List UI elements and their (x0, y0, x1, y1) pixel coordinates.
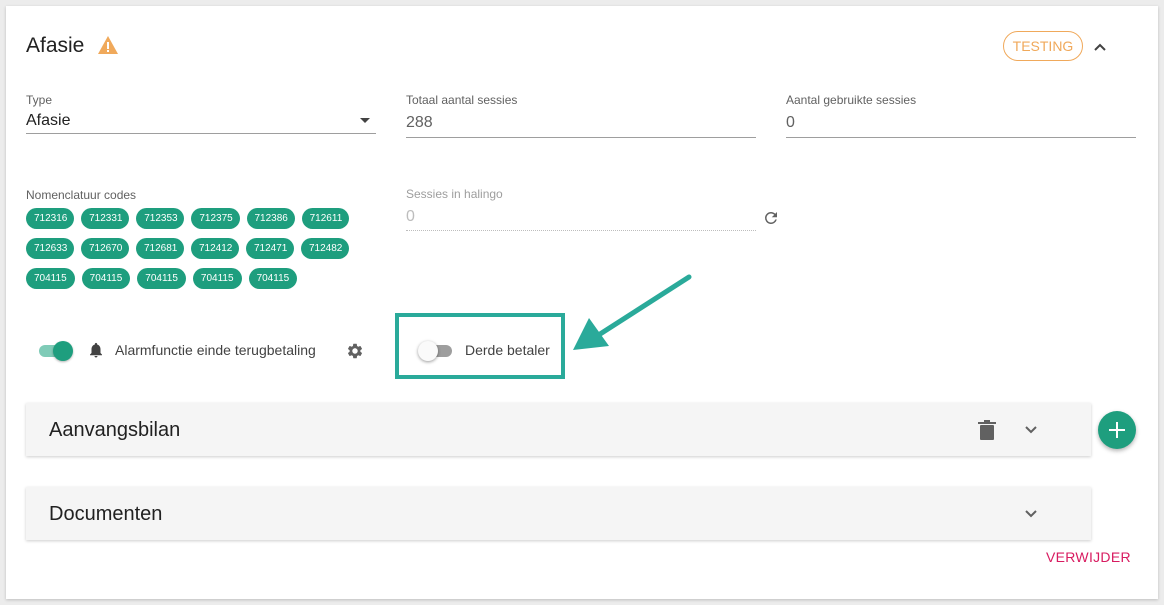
derde-betaler-label: Derde betaler (465, 342, 550, 358)
page-title: Afasie (26, 34, 85, 57)
total-sessions-label: Totaal aantal sessies (406, 93, 518, 107)
code-chip[interactable]: 704115 (137, 268, 186, 289)
alarm-toggle[interactable] (39, 340, 73, 362)
used-sessions-input[interactable]: 0 (786, 114, 795, 132)
halingo-sessions-input: 0 (406, 208, 415, 225)
nomenclature-chips: 712316 712331 712353 712375 712386 71261… (26, 208, 356, 298)
code-chip[interactable]: 712386 (246, 208, 295, 229)
type-label: Type (26, 93, 53, 107)
nomenclature-label: Nomenclatuur codes (26, 188, 137, 202)
used-sessions-underline (786, 137, 1136, 138)
type-select[interactable]: Afasie (26, 112, 70, 130)
total-sessions-underline (406, 137, 756, 138)
toggle-thumb (53, 341, 73, 361)
halingo-sessions-label: Sessies in halingo (406, 187, 503, 201)
refresh-icon[interactable] (762, 209, 780, 227)
chevron-down-icon[interactable] (1023, 507, 1039, 521)
caret-down-icon[interactable] (360, 118, 370, 123)
chevron-down-icon[interactable] (1023, 423, 1039, 437)
add-button[interactable] (1098, 411, 1136, 449)
type-underline (26, 133, 376, 134)
derde-betaler-toggle[interactable] (418, 340, 452, 362)
trash-icon[interactable] (978, 420, 996, 440)
panel-title: Aanvangsbilan (49, 419, 181, 441)
code-chip[interactable]: 712353 (136, 208, 185, 229)
aanvangsbilan-panel[interactable]: Aanvangsbilan (26, 403, 1091, 456)
plus-icon (1109, 422, 1125, 438)
code-chip[interactable]: 712670 (81, 238, 129, 259)
warning-icon (98, 36, 118, 54)
code-chip[interactable]: 712331 (81, 208, 130, 229)
code-chip[interactable]: 712681 (136, 238, 184, 259)
code-chip[interactable]: 704115 (81, 268, 131, 289)
alarm-label: Alarmfunctie einde terugbetaling (115, 342, 316, 358)
bell-icon (90, 342, 102, 358)
toggle-thumb (418, 341, 438, 361)
code-chip[interactable]: 712471 (246, 238, 294, 259)
annotation-arrow-icon (573, 274, 692, 350)
code-chip[interactable]: 712633 (26, 238, 74, 259)
status-badge: TESTING (1003, 31, 1083, 61)
code-chip[interactable]: 712316 (26, 208, 75, 229)
gear-icon[interactable] (346, 342, 364, 360)
code-chip[interactable]: 712482 (301, 238, 349, 259)
chip-row: 712316 712331 712353 712375 712386 71261… (26, 208, 356, 229)
code-chip[interactable]: 712611 (301, 208, 350, 229)
documenten-panel[interactable]: Documenten (26, 487, 1091, 540)
halingo-sessions-underline (406, 230, 756, 231)
code-chip[interactable]: 712412 (191, 238, 239, 259)
code-chip[interactable]: 704115 (192, 268, 242, 289)
code-chip[interactable]: 712375 (191, 208, 240, 229)
chip-row: 712633 712670 712681 712412 712471 71248… (26, 238, 356, 259)
code-chip[interactable]: 704115 (26, 268, 75, 289)
total-sessions-input[interactable]: 288 (406, 114, 433, 132)
delete-button[interactable]: VERWIJDER (1046, 549, 1131, 565)
panel-title: Documenten (49, 503, 163, 525)
code-chip[interactable]: 704115 (248, 268, 298, 289)
chip-row: 704115 704115 704115 704115 704115 (26, 268, 356, 289)
used-sessions-label: Aantal gebruikte sessies (786, 93, 917, 107)
chevron-up-icon[interactable] (1090, 37, 1110, 57)
